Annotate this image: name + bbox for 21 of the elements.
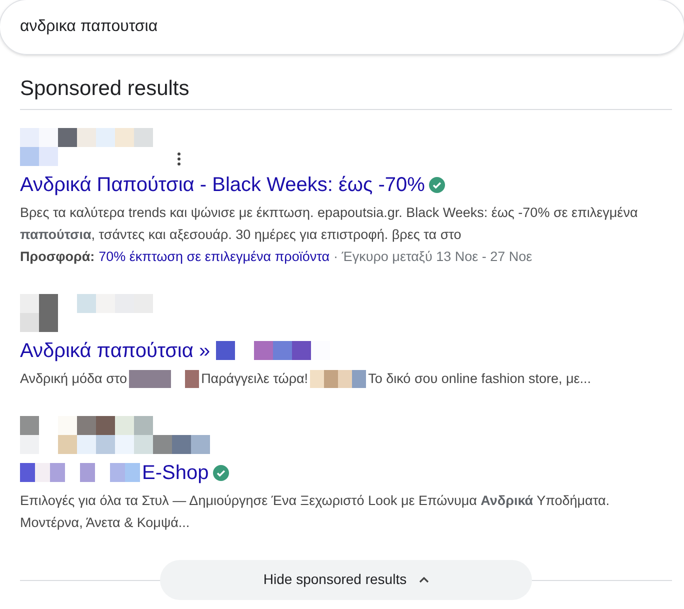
offer-label: Προσφορά: xyxy=(20,248,95,266)
result-description: Ανδρική μόδα στο xyxy=(20,370,128,388)
offer-link[interactable]: 70% έκπτωση σε επιλεγμένα προϊόντα xyxy=(98,246,330,268)
result-description: Επιλογές για όλα τα Στυλ — Δημιούργησε Ένα Ξεχωριστό Look με Επώνυμα Ανδρικά Υποδήματα. Μοντέρνα, Άνετα & Κομψά... xyxy=(20,492,611,532)
result-description: Το δικό σου online fashion store, με... xyxy=(368,370,592,388)
blurred-text xyxy=(310,370,366,388)
result-description: Παράγγειλε τώρα! xyxy=(201,370,308,388)
verified-check-icon xyxy=(212,464,229,480)
result-title-link[interactable]: Ανδρικά παπούτσια » xyxy=(20,338,210,364)
section-heading: Sponsored results xyxy=(20,76,190,102)
result-description: Βρες τα καλύτερα trends και ψώνισε με έκπτωση. epapoutsia.gr. Black Weeks: έως -70% σε επιλεγμένα παπούτσια, τσάντες και αξεσουάρ. 30 ημέρες για επιστροφή. βρες τα στο xyxy=(20,204,639,244)
hide-sponsored-button[interactable]: Hide sponsored results xyxy=(160,560,532,600)
result-title-link[interactable]: E-Shop xyxy=(142,460,209,486)
more-options-icon[interactable] xyxy=(177,152,181,166)
chevron-up-icon xyxy=(418,576,429,582)
verified-check-icon xyxy=(428,176,445,192)
blurred-text xyxy=(129,370,200,388)
search-field[interactable]: ανδρικα παπουτσια xyxy=(0,0,684,55)
result-title-link[interactable]: Ανδρικά Παπούτσια - Black Weeks: έως -70% xyxy=(20,172,425,198)
search-input[interactable]: ανδρικα παπουτσια xyxy=(20,15,664,39)
offer-validity: · Έγκυρο μεταξύ 13 Νοε - 27 Νοε xyxy=(334,248,532,266)
